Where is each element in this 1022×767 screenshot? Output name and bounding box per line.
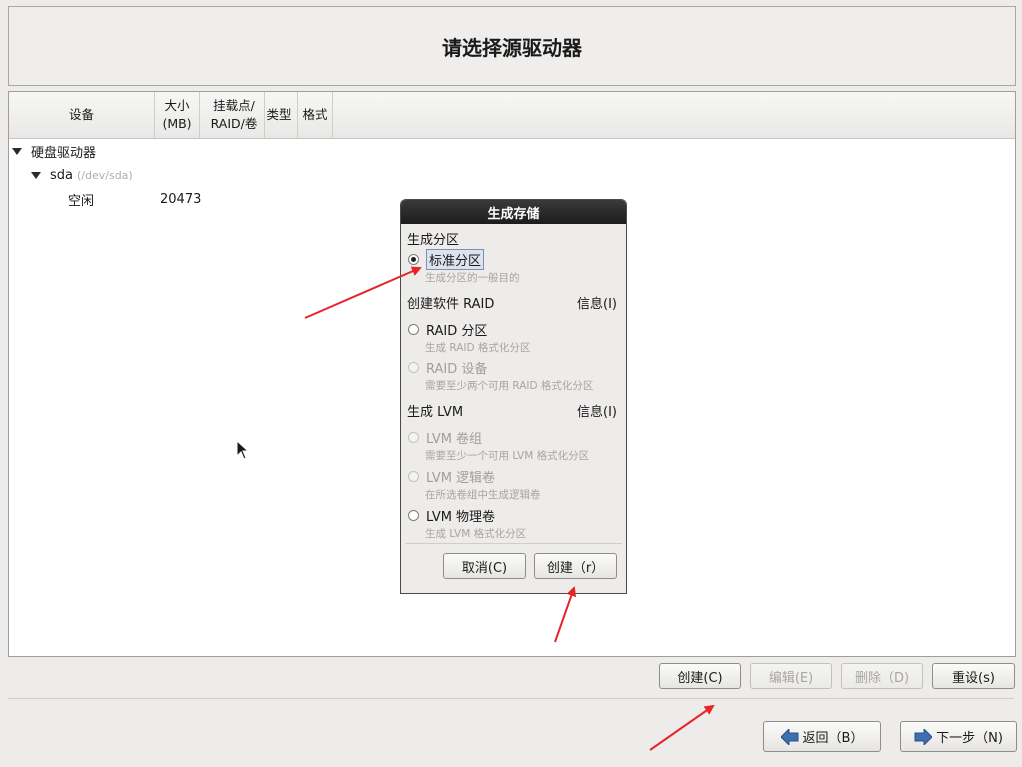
radio-selected-icon[interactable] [408, 254, 419, 265]
create-storage-dialog: 生成存储 生成分区 标准分区 生成分区的一般目的 创建软件 RAID 信息(I)… [400, 199, 627, 594]
radio-unselected-icon[interactable] [408, 324, 419, 335]
row-device-path: (/dev/sda) [77, 168, 133, 182]
dialog-create-button[interactable]: 创建（r） [534, 553, 617, 579]
radio-lvm-volume-group[interactable]: LVM 卷组 [408, 428, 482, 447]
create-button[interactable]: 创建(C) [659, 663, 741, 689]
radio-label: LVM 逻辑卷 [426, 471, 496, 486]
annotation-arrow-icon [649, 704, 715, 751]
tree-header: 设备 大小 (MB) 挂载点/ RAID/卷 类型 格式 [9, 92, 1015, 139]
expander-down-icon[interactable] [12, 147, 22, 155]
radio-raid-device[interactable]: RAID 设备 [408, 358, 487, 377]
footer-separator [8, 698, 1014, 699]
column-mount-label-2: RAID/卷 [210, 116, 258, 131]
radio-raid-partition[interactable]: RAID 分区 [408, 320, 487, 339]
column-size-label-1: 大小 [164, 98, 190, 113]
column-format-label: 格式 [302, 107, 328, 122]
hint-raid-partition: 生成 RAID 格式化分区 [425, 342, 531, 354]
section-create-lvm: 生成 LVM [407, 405, 464, 420]
back-button-label: 返回（B） [802, 731, 864, 746]
dialog-title: 生成存储 [401, 200, 626, 224]
hint-lvm-volume-group: 需要至少一个可用 LVM 格式化分区 [425, 450, 590, 462]
next-button[interactable]: 下一步（N) [900, 721, 1017, 752]
lvm-info-link[interactable]: 信息(I) [577, 401, 617, 420]
row-label: 空闲 [68, 193, 95, 209]
back-button[interactable]: 返回（B） [763, 721, 881, 752]
column-device-label: 设备 [68, 107, 94, 122]
section-software-raid: 创建软件 RAID [407, 297, 495, 312]
column-device[interactable]: 设备 [9, 92, 155, 138]
dialog-body: 生成分区 标准分区 生成分区的一般目的 创建软件 RAID 信息(I) RAID… [401, 224, 626, 593]
radio-label: LVM 卷组 [426, 432, 483, 447]
radio-standard-partition[interactable]: 标准分区 [408, 249, 485, 270]
column-size-label-2: (MB) [162, 116, 192, 131]
row-size: 20473 [160, 191, 202, 207]
column-type[interactable]: 类型 [261, 92, 298, 138]
column-mount[interactable]: 挂载点/ RAID/卷 [200, 92, 265, 138]
section-create-partition: 生成分区 [407, 233, 460, 248]
raid-info-link[interactable]: 信息(I) [577, 293, 617, 312]
dialog-separator [405, 543, 622, 544]
radio-label: 标准分区 [426, 249, 485, 270]
hint-standard-partition: 生成分区的一般目的 [425, 272, 520, 284]
hint-lvm-logical-volume: 在所选卷组中生成逻辑卷 [425, 489, 541, 501]
column-mount-label-1: 挂载点/ [213, 98, 255, 113]
row-label: sda [50, 167, 73, 183]
column-type-label: 类型 [266, 107, 292, 122]
radio-disabled-icon[interactable] [408, 471, 419, 482]
next-arrow-icon [914, 728, 933, 745]
dialog-cancel-button[interactable]: 取消(C) [443, 553, 526, 579]
mouse-cursor-icon [236, 440, 250, 460]
radio-lvm-physical-volume[interactable]: LVM 物理卷 [408, 506, 495, 525]
delete-button[interactable]: 删除（D) [841, 663, 923, 689]
title-panel: 请选择源驱动器 [8, 6, 1016, 86]
radio-disabled-icon[interactable] [408, 362, 419, 373]
page-title: 请选择源驱动器 [442, 35, 582, 60]
row-label: 硬盘驱动器 [31, 145, 97, 161]
hint-lvm-physical-volume: 生成 LVM 格式化分区 [425, 528, 527, 540]
edit-button[interactable]: 编辑(E) [750, 663, 832, 689]
hint-raid-device: 需要至少两个可用 RAID 格式化分区 [425, 380, 594, 392]
radio-label: RAID 分区 [426, 324, 488, 339]
reset-button[interactable]: 重设(s) [932, 663, 1015, 689]
next-button-label: 下一步（N) [936, 731, 1003, 746]
expander-down-icon[interactable] [31, 171, 41, 179]
radio-label: LVM 物理卷 [426, 510, 496, 525]
radio-label: RAID 设备 [426, 362, 488, 377]
radio-disabled-icon[interactable] [408, 432, 419, 443]
radio-lvm-logical-volume[interactable]: LVM 逻辑卷 [408, 467, 495, 486]
tree-row-hard-drives[interactable]: 硬盘驱动器 [9, 140, 1015, 162]
column-size[interactable]: 大小 (MB) [155, 92, 200, 138]
tree-row-sda[interactable]: sda (/dev/sda) [9, 164, 1015, 186]
back-arrow-icon [780, 728, 799, 745]
radio-unselected-icon[interactable] [408, 510, 419, 521]
column-format[interactable]: 格式 [298, 92, 333, 138]
